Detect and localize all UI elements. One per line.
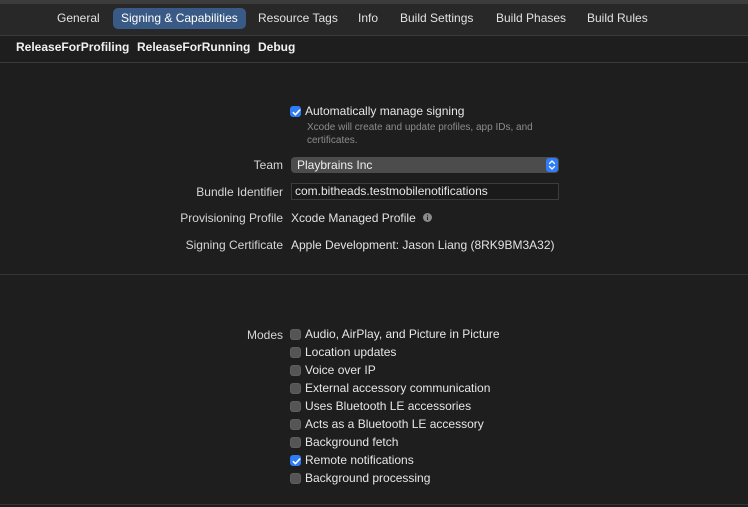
mode-checkbox-background-fetch[interactable]: [290, 437, 301, 448]
mode-label-voip: Voice over IP: [305, 363, 376, 377]
tab-build-settings[interactable]: Build Settings: [400, 9, 473, 28]
mode-label-background-fetch: Background fetch: [305, 435, 399, 449]
mode-checkbox-background-processing[interactable]: [290, 473, 301, 484]
mode-checkbox-audio[interactable]: [290, 329, 301, 340]
section-divider: [0, 274, 748, 275]
mode-checkbox-bluetooth-peripheral[interactable]: [290, 419, 301, 430]
mode-checkbox-bluetooth-central[interactable]: [290, 401, 301, 412]
mode-checkbox-voip[interactable]: [290, 365, 301, 376]
signing-certificate-label: Signing Certificate: [185, 238, 283, 252]
mode-label-location: Location updates: [305, 345, 397, 359]
config-debug[interactable]: Debug: [258, 40, 295, 54]
config-release-for-profiling[interactable]: ReleaseForProfiling: [16, 40, 129, 54]
mode-label-audio: Audio, AirPlay, and Picture in Picture: [305, 327, 500, 341]
tab-signing-capabilities[interactable]: Signing & Capabilities: [113, 8, 246, 29]
signing-capabilities-page: General Signing & Capabilities Resource …: [0, 0, 748, 507]
provisioning-profile-label: Provisioning Profile: [180, 211, 283, 225]
config-release-for-running[interactable]: ReleaseForRunning: [137, 40, 250, 54]
checkmark-icon: [292, 458, 301, 465]
checkmark-icon: [292, 109, 301, 116]
mode-checkbox-remote-notifications[interactable]: [290, 455, 301, 466]
provisioning-profile-value: Xcode Managed Profile: [291, 211, 416, 225]
tab-resource-tags[interactable]: Resource Tags: [258, 9, 338, 28]
bundle-identifier-label: Bundle Identifier: [196, 185, 283, 199]
team-label: Team: [253, 158, 283, 172]
configuration-bar: ReleaseForProfiling ReleaseForRunning De…: [0, 36, 748, 63]
auto-manage-signing-label: Automatically manage signing: [305, 104, 465, 118]
mode-label-bluetooth-peripheral: Acts as a Bluetooth LE accessory: [305, 417, 484, 431]
tab-build-phases[interactable]: Build Phases: [496, 9, 566, 28]
bundle-identifier-field[interactable]: com.bitheads.testmobilenotifications: [291, 183, 559, 200]
team-value: Playbrains Inc: [297, 158, 373, 172]
team-popup-button[interactable]: Playbrains Inc: [291, 157, 559, 173]
mode-checkbox-external-accessory[interactable]: [290, 383, 301, 394]
bottom-divider: [0, 504, 748, 505]
auto-manage-signing-subtext: Xcode will create and update profiles, a…: [307, 122, 533, 146]
info-icon[interactable]: [423, 213, 432, 222]
mode-checkbox-location[interactable]: [290, 347, 301, 358]
mode-label-background-processing: Background processing: [305, 471, 431, 485]
popup-stepper-icon: [546, 158, 558, 172]
mode-label-bluetooth-central: Uses Bluetooth LE accessories: [305, 399, 472, 413]
modes-label: Modes: [246, 328, 283, 342]
tab-info[interactable]: Info: [358, 9, 378, 28]
tab-general[interactable]: General: [57, 9, 100, 28]
editor-tab-bar: General Signing & Capabilities Resource …: [0, 0, 748, 36]
signing-certificate-value: Apple Development: Jason Liang (8RK9BM3A…: [291, 238, 555, 252]
mode-label-remote-notifications: Remote notifications: [305, 453, 414, 467]
mode-label-external-accessory: External accessory communication: [305, 381, 491, 395]
auto-manage-signing-checkbox[interactable]: [290, 106, 301, 117]
tab-build-rules[interactable]: Build Rules: [587, 9, 648, 28]
